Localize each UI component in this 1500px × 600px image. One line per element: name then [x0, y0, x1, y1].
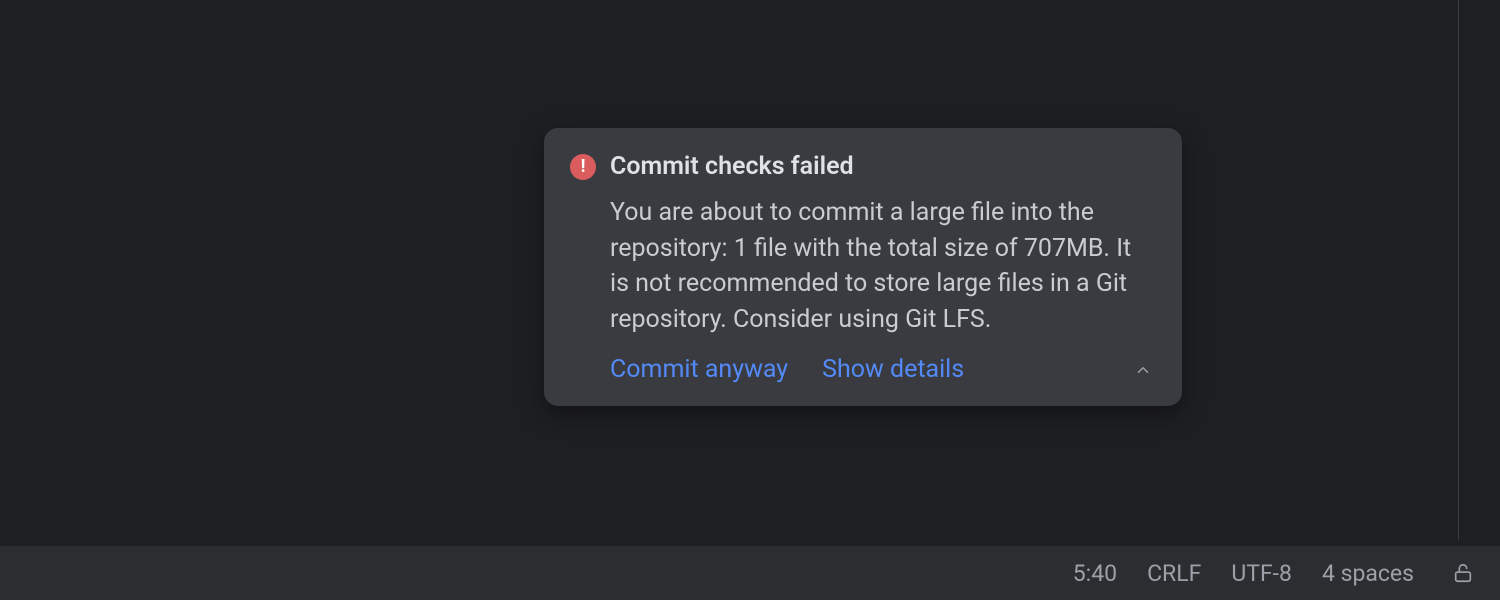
cursor-position[interactable]: 5:40 — [1073, 560, 1117, 587]
commit-anyway-link[interactable]: Commit anyway — [610, 355, 788, 384]
error-icon — [570, 154, 596, 180]
show-details-link[interactable]: Show details — [822, 355, 964, 384]
lock-icon[interactable] — [1452, 562, 1474, 584]
notification-header: Commit checks failed — [570, 152, 1156, 181]
notification-popup: Commit checks failed You are about to co… — [544, 128, 1182, 406]
notification-actions: Commit anyway Show details — [570, 355, 1156, 384]
line-ending-selector[interactable]: CRLF — [1147, 560, 1201, 587]
status-bar: 5:40 CRLF UTF-8 4 spaces — [0, 546, 1500, 600]
encoding-selector[interactable]: UTF-8 — [1231, 560, 1292, 587]
notification-title: Commit checks failed — [610, 152, 854, 181]
right-panel-divider — [1458, 0, 1459, 540]
collapse-icon[interactable] — [1134, 361, 1156, 379]
notification-body: You are about to commit a large file int… — [570, 195, 1156, 337]
indent-selector[interactable]: 4 spaces — [1322, 560, 1414, 587]
